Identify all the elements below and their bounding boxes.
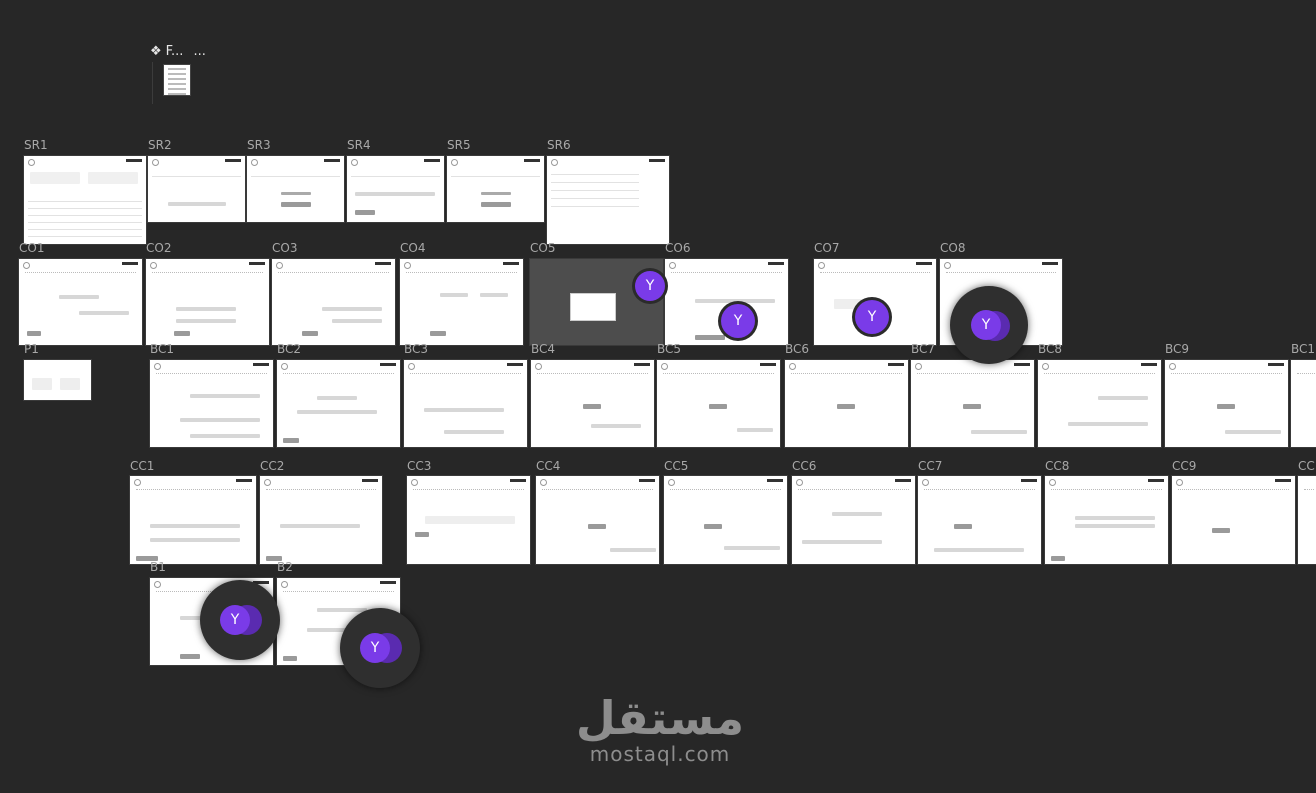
frame-p1[interactable] xyxy=(23,359,92,401)
frame-label[interactable]: SR4 xyxy=(347,139,371,151)
frame-co1[interactable] xyxy=(18,258,143,346)
frame-label[interactable]: BC2 xyxy=(277,343,301,355)
frame-bc9[interactable] xyxy=(1164,359,1289,448)
frame-label[interactable]: B2 xyxy=(277,561,293,573)
frame-label[interactable]: BC3 xyxy=(404,343,428,355)
frame-label[interactable]: CO5 xyxy=(530,242,555,254)
collaborator-avatar[interactable]: Y xyxy=(971,310,1001,340)
frame-cc8[interactable] xyxy=(1044,475,1169,565)
frame-cc10[interactable] xyxy=(1297,475,1316,565)
frame-sr3[interactable] xyxy=(246,155,345,223)
frame-sr1[interactable] xyxy=(23,155,147,245)
frame-bc7[interactable] xyxy=(910,359,1035,448)
frame-label[interactable]: BC9 xyxy=(1165,343,1189,355)
frame-bc6[interactable] xyxy=(784,359,909,448)
frame-cc2[interactable] xyxy=(259,475,383,565)
frame-cc5[interactable] xyxy=(663,475,788,565)
frame-cc6[interactable] xyxy=(791,475,916,565)
frame-label[interactable]: CC4 xyxy=(536,460,560,472)
frame-label[interactable]: CO1 xyxy=(19,242,44,254)
frame-label[interactable]: CC5 xyxy=(664,460,688,472)
frame-cc3[interactable] xyxy=(406,475,531,565)
frame-label[interactable]: SR5 xyxy=(447,139,471,151)
component-more[interactable]: ... xyxy=(193,44,205,59)
frame-label[interactable]: SR2 xyxy=(148,139,172,151)
frame-label[interactable]: BC4 xyxy=(531,343,555,355)
frame-label[interactable]: BC6 xyxy=(785,343,809,355)
frame-label[interactable]: BC1 xyxy=(1291,343,1315,355)
frame-label[interactable]: CC xyxy=(1298,460,1315,472)
frame-label[interactable]: CC1 xyxy=(130,460,154,472)
frame-sr4[interactable] xyxy=(346,155,445,223)
frame-label[interactable]: CO3 xyxy=(272,242,297,254)
frame-bc8[interactable] xyxy=(1037,359,1162,448)
frame-label[interactable]: CO6 xyxy=(665,242,690,254)
frame-label[interactable]: CC8 xyxy=(1045,460,1069,472)
mostaql-watermark: مستقل mostaql.com xyxy=(560,692,760,766)
frame-bc4[interactable] xyxy=(530,359,655,448)
frame-label[interactable]: CC2 xyxy=(260,460,284,472)
frame-label[interactable]: CO4 xyxy=(400,242,425,254)
frame-label[interactable]: CO8 xyxy=(940,242,965,254)
frame-bc10[interactable] xyxy=(1290,359,1316,448)
component-diamond-icon: ❖ xyxy=(150,44,162,59)
collaborator-avatar[interactable]: Y xyxy=(855,300,889,334)
frame-label[interactable]: B1 xyxy=(150,561,166,573)
frame-label[interactable]: CC3 xyxy=(407,460,431,472)
watermark-arabic: مستقل xyxy=(575,691,745,745)
frame-co3[interactable] xyxy=(271,258,396,346)
frame-label[interactable]: BC1 xyxy=(150,343,174,355)
component-header[interactable]: ❖ F...... xyxy=(150,44,206,59)
frame-cc9[interactable] xyxy=(1171,475,1296,565)
frame-co2[interactable] xyxy=(145,258,270,346)
frame-cc4[interactable] xyxy=(535,475,660,565)
frame-label[interactable]: BC7 xyxy=(911,343,935,355)
frame-label[interactable]: BC8 xyxy=(1038,343,1062,355)
watermark-latin: mostaql.com xyxy=(589,742,731,766)
frame-label[interactable]: CO2 xyxy=(146,242,171,254)
frame-label[interactable]: CC9 xyxy=(1172,460,1196,472)
component-thumbnail[interactable] xyxy=(152,62,191,104)
frame-sr5[interactable] xyxy=(446,155,545,223)
frame-sr6[interactable] xyxy=(546,155,670,245)
frame-cc1[interactable] xyxy=(129,475,257,565)
frame-label[interactable]: CC7 xyxy=(918,460,942,472)
frame-bc3[interactable] xyxy=(403,359,528,448)
frame-bc1[interactable] xyxy=(149,359,274,448)
component-name: F... xyxy=(165,44,184,59)
frame-label[interactable]: SR6 xyxy=(547,139,571,151)
frame-label[interactable]: CC6 xyxy=(792,460,816,472)
frame-bc5[interactable] xyxy=(656,359,781,448)
frame-label[interactable]: SR3 xyxy=(247,139,271,151)
collaborator-avatar[interactable]: Y xyxy=(721,304,755,338)
collaborator-avatar[interactable]: Y xyxy=(360,633,390,663)
frame-cc7[interactable] xyxy=(917,475,1042,565)
frame-label[interactable]: BC5 xyxy=(657,343,681,355)
collaborator-avatar[interactable]: Y xyxy=(635,271,665,301)
frame-label[interactable]: SR1 xyxy=(24,139,48,151)
collaborator-avatar[interactable]: Y xyxy=(220,605,250,635)
frame-label[interactable]: P1 xyxy=(24,343,39,355)
frame-bc2[interactable] xyxy=(276,359,401,448)
frame-label[interactable]: CO7 xyxy=(814,242,839,254)
frame-sr2[interactable] xyxy=(147,155,246,223)
frame-co4[interactable] xyxy=(399,258,524,346)
